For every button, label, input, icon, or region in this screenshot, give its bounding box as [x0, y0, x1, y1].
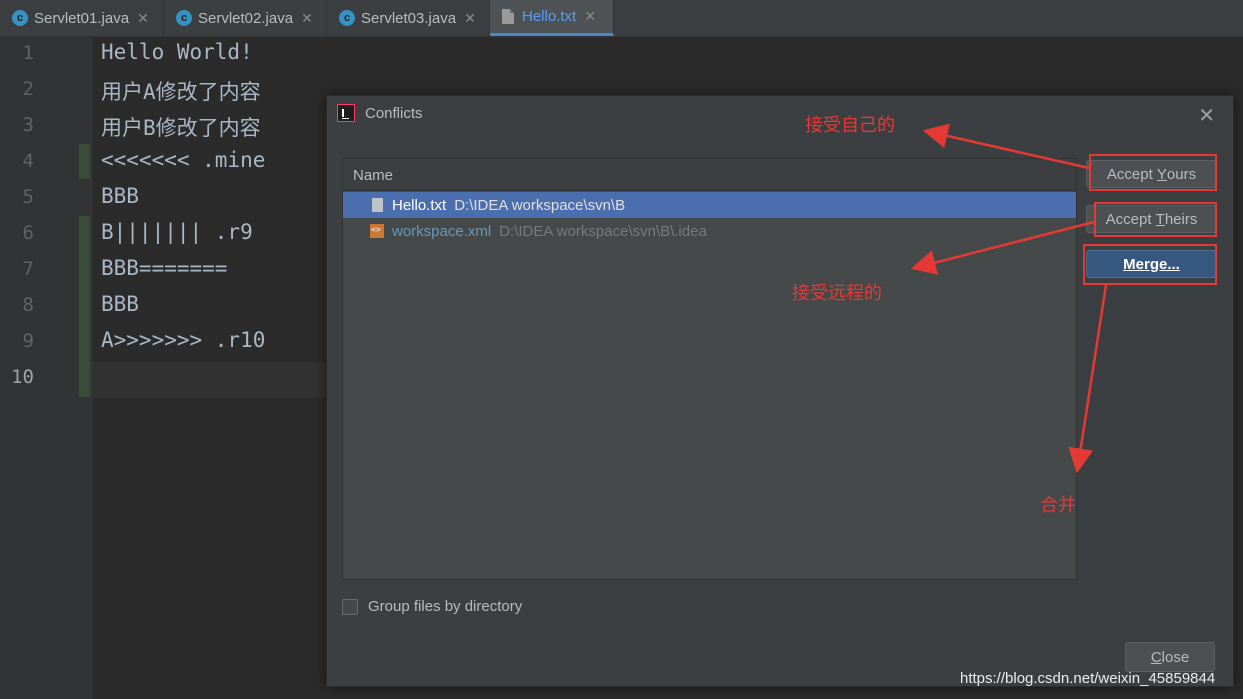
annotation-accept-yours: 接受自己的: [805, 115, 895, 136]
annotation-merge: 合并: [1040, 495, 1076, 516]
annotation-arrows: [910, 123, 1108, 474]
annotation-accept-theirs: 接受远程的: [792, 283, 882, 304]
watermark: https://blog.csdn.net/weixin_45859844: [960, 670, 1216, 687]
arrow-to-merge-note: [1068, 284, 1108, 474]
arrow-to-accept-yours-note: [922, 123, 1090, 170]
arrow-to-accept-theirs-note: [910, 220, 1095, 275]
